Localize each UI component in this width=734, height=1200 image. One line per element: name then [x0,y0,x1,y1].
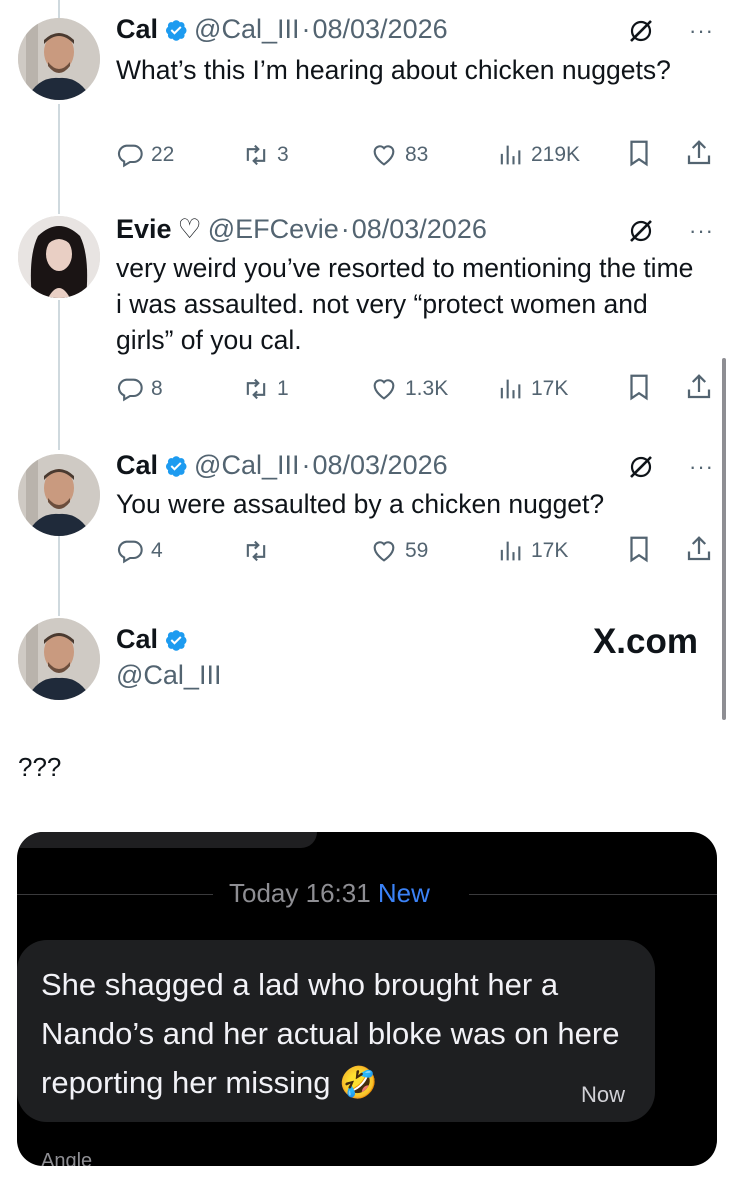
views-icon [500,541,521,561]
bookmark-icon[interactable] [624,372,654,402]
tweet-header: Evie ♡ @EFCevie · 08/03/2026 [116,214,487,245]
more-options-icon[interactable]: ··· [689,218,714,244]
profile-handle[interactable]: @Cal_III [116,660,221,691]
scrollbar[interactable] [722,358,726,720]
verified-badge-icon [166,629,187,651]
message-bubble[interactable]: She shagged a lad who brought her a Nand… [17,940,655,1122]
tweet-actions: 4 59 17K [116,534,716,568]
laughing-emoji-icon: 🤣 [339,1065,378,1100]
more-options-icon[interactable]: ··· [689,18,714,44]
tweet-header: Cal @Cal_III · 08/03/2026 [116,450,448,481]
avatar[interactable] [18,618,100,700]
grok-icon[interactable] [628,218,654,244]
view-count: 17K [531,377,569,400]
tweet-text: You were assaulted by a chicken nugget? [116,489,605,519]
heart-icon [373,379,395,400]
views-button[interactable]: 17K [496,372,568,406]
retweet-button[interactable]: 1 [242,372,289,406]
reply-icon [117,540,143,564]
tweet-date[interactable]: 08/03/2026 [312,450,447,481]
author-handle[interactable]: @Cal_III [194,14,299,45]
share-icon[interactable] [684,372,714,402]
avatar[interactable] [18,18,100,100]
author-name[interactable]: Evie [116,214,172,245]
separator: · [301,14,311,44]
retweet-icon [246,540,266,562]
divider [469,894,717,895]
heart-icon [373,541,395,562]
reply-count: 8 [151,377,163,400]
separator: · [340,214,350,244]
reply-count: 4 [151,539,163,562]
tweet-text: What’s this I’m hearing about chicken nu… [116,55,671,85]
dm-screenshot: Today 16:31 New She shagged a lad who br… [17,832,717,1166]
like-count: 59 [405,539,429,562]
timestamp-text: Today 16:31 [229,878,371,908]
tweet[interactable]: Evie ♡ @EFCevie · 08/03/2026 ··· very we… [0,200,734,440]
reply-button[interactable]: 8 [116,372,163,406]
retweet-icon [246,378,266,400]
like-button[interactable]: 83 [370,138,428,172]
reply-icon [117,378,143,402]
views-button[interactable]: 219K [496,138,580,172]
retweet-button[interactable]: 3 [242,138,289,172]
reply-count: 22 [151,143,175,166]
tweet-date[interactable]: 08/03/2026 [352,214,487,245]
view-count: 17K [531,539,569,562]
more-options-icon[interactable]: ··· [689,454,714,480]
tweet-header: Cal @Cal_III · 08/03/2026 [116,14,448,45]
message-time: Now [580,1082,625,1107]
dm-top-bar [17,832,317,848]
verified-badge-icon [166,455,187,477]
name-heart-icon: ♡ [177,214,202,244]
message-text-wrapper: She shagged a lad who brought her a Nand… [41,960,621,1107]
view-count: 219K [531,143,581,166]
tweet-actions: 8 1 1.3K 17K [116,372,716,406]
tweet-text: very weird you’ve resorted to mentioning… [116,253,694,355]
new-label: New [377,878,430,908]
separator: · [301,450,311,480]
bookmark-icon[interactable] [624,534,654,564]
author-name[interactable]: Cal [116,450,158,481]
reply-icon [117,144,143,168]
grok-icon[interactable] [628,18,654,44]
profile-card[interactable]: Cal @Cal_III X.com [0,610,734,720]
message-text: She shagged a lad who brought her a Nand… [41,967,620,1100]
bookmark-icon[interactable] [624,138,654,168]
author-name[interactable]: Cal [116,14,158,45]
reply-button[interactable]: 4 [116,534,163,568]
like-count: 1.3K [405,377,449,400]
heart-icon [373,145,395,166]
tweet[interactable]: Cal @Cal_III · 08/03/2026 ··· You were a… [0,440,734,610]
tweet-date[interactable]: 08/03/2026 [312,14,447,45]
like-button[interactable]: 59 [370,534,428,568]
views-icon [500,379,521,399]
avatar[interactable] [18,454,100,536]
author-handle[interactable]: @Cal_III [194,450,299,481]
profile-name[interactable]: Cal [116,624,158,655]
verified-badge-icon [166,19,187,41]
retweet-icon [246,144,266,166]
like-button[interactable]: 1.3K [370,372,448,406]
x-com-logo: X.com [592,622,698,661]
share-icon[interactable] [684,138,714,168]
avatar[interactable] [18,216,100,298]
retweet-button[interactable] [242,534,277,568]
profile-name-row: Cal [116,624,194,655]
truncated-label: Angle [41,1150,93,1166]
author-handle[interactable]: @EFCevie [208,214,339,245]
caption-text: ??? [18,752,62,782]
like-count: 83 [405,143,429,166]
retweet-count: 1 [277,377,289,400]
views-button[interactable]: 17K [496,534,568,568]
tweet[interactable]: Cal @Cal_III · 08/03/2026 ··· What’s thi… [0,0,734,200]
divider [17,894,213,895]
tweet-actions: 22 3 83 219K [116,138,716,172]
share-icon[interactable] [684,534,714,564]
reply-button[interactable]: 22 [116,138,174,172]
grok-icon[interactable] [628,454,654,480]
retweet-count: 3 [277,143,289,166]
dm-timestamp: Today 16:31 New [229,878,430,909]
views-icon [500,145,521,165]
